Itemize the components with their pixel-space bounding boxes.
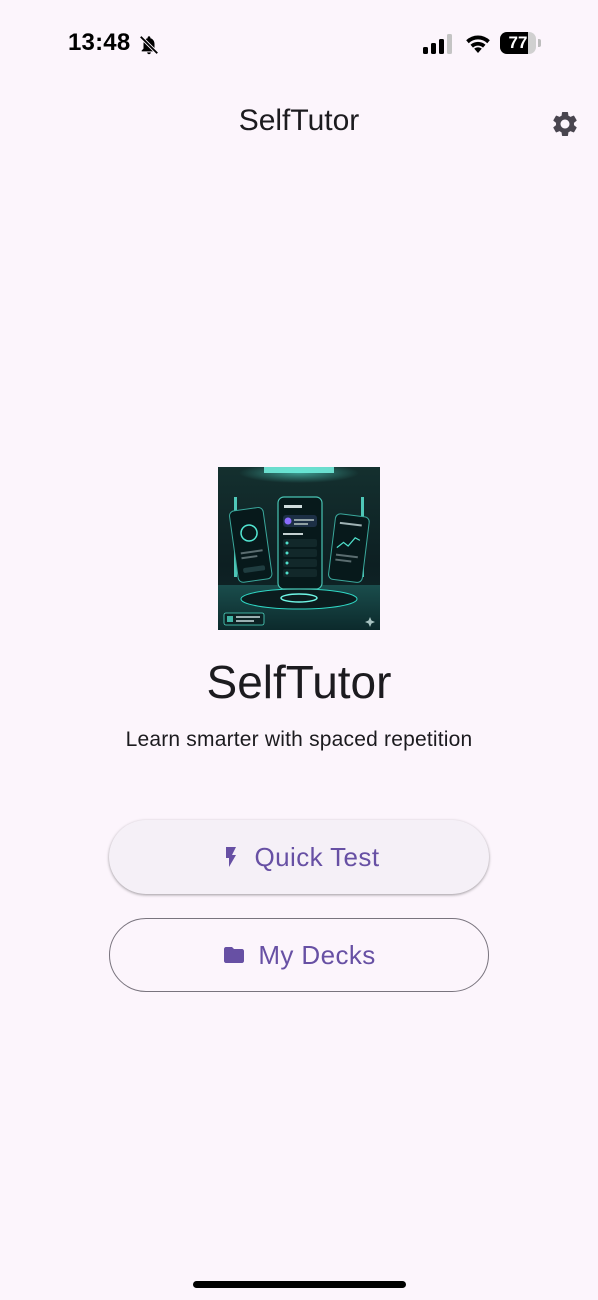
app-bar-title: SelfTutor (238, 104, 360, 137)
wifi-icon (466, 35, 490, 53)
bell-muted-icon (139, 35, 159, 55)
quick-test-button[interactable]: Quick Test (109, 820, 489, 894)
hero-title: SelfTutor (206, 656, 392, 708)
my-decks-button[interactable]: My Decks (109, 918, 489, 992)
bolt-icon (225, 847, 236, 867)
app-promo-image (218, 467, 380, 630)
folder-icon (224, 947, 245, 963)
quick-test-label: Quick Test (254, 841, 380, 872)
hero-subtitle: Learn smarter with spaced repetition (125, 728, 473, 751)
home-indicator[interactable] (193, 1281, 406, 1288)
gear-icon (553, 112, 577, 136)
status-time: 13:48 (68, 29, 131, 56)
battery-cap (538, 39, 541, 47)
battery-body: 77 (500, 32, 536, 54)
battery-level: 77 (508, 33, 528, 52)
settings-button[interactable] (547, 106, 583, 142)
my-decks-label: My Decks (258, 939, 376, 970)
battery-icon: 77 (500, 32, 542, 54)
signal-icon (423, 34, 452, 54)
status-bar: 13:48 77 (0, 0, 598, 90)
